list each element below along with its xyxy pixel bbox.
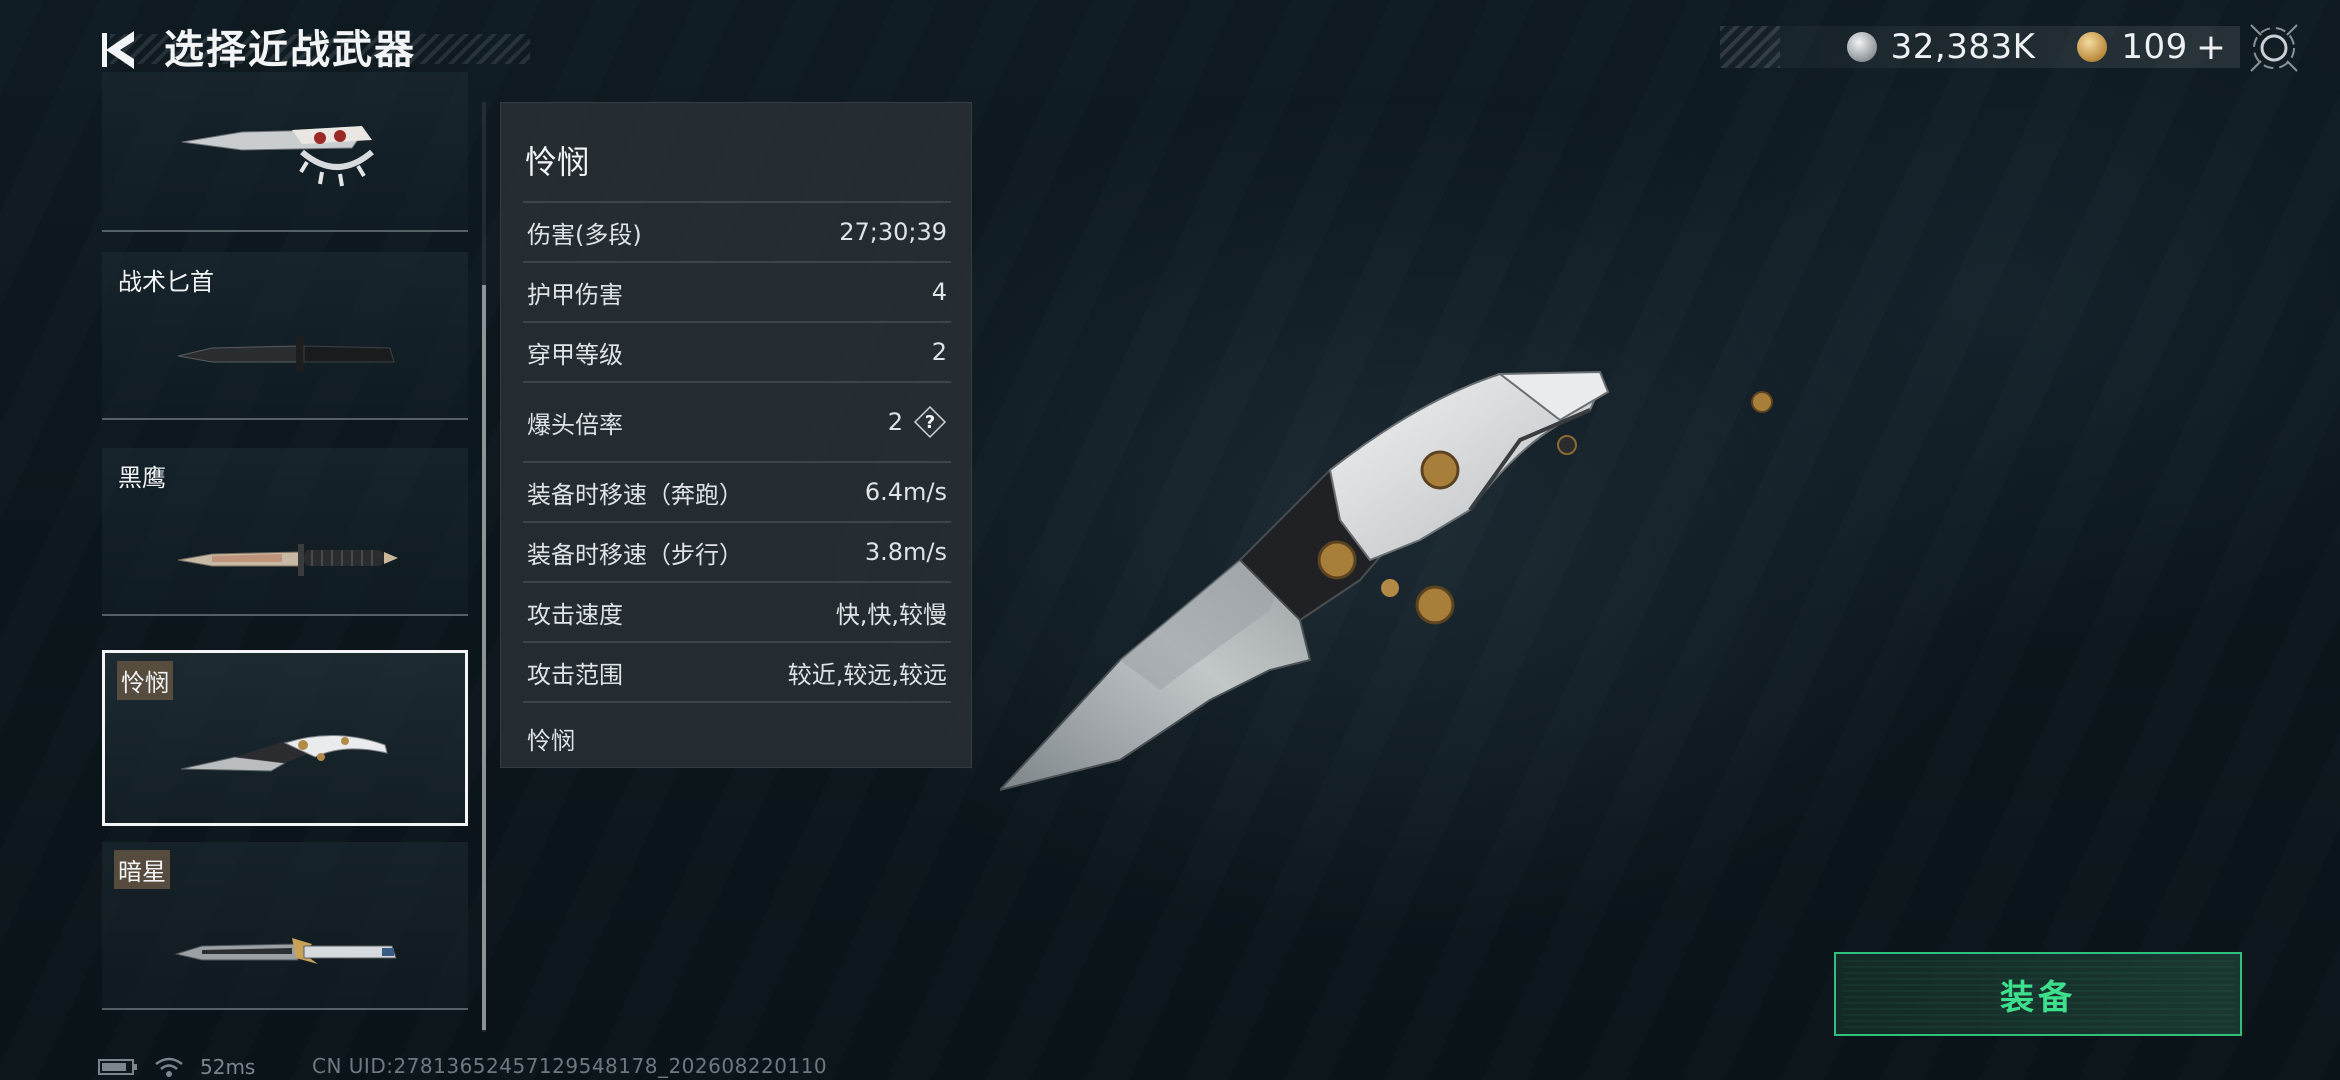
help-button[interactable]: ? <box>913 405 947 439</box>
stat-row-attack-range: 攻击范围 较近,较远,较远 <box>523 641 951 701</box>
stat-value: 较近,较远,较远 <box>787 660 947 689</box>
weapon-card-dark-star[interactable]: 暗星 <box>102 842 468 1010</box>
stat-label: 爆头倍率 <box>527 410 623 439</box>
add-currency-button[interactable]: + <box>2196 27 2226 68</box>
stat-value: 快,快,较慢 <box>835 600 947 629</box>
weapon-card-label <box>114 80 122 84</box>
weapon-stats-panel: 怜悯 伤害(多段) 27;30;39 护甲伤害 4 穿甲等级 2 爆头倍率 2 … <box>500 102 972 768</box>
stat-row-headshot-multiplier: 爆头倍率 2 ? <box>523 381 951 461</box>
tactical-dagger-image <box>177 336 395 372</box>
user-uid: CN UID:27813652457129548178_202608220110 <box>312 1054 828 1078</box>
equip-button[interactable]: 装备 <box>1834 952 2242 1036</box>
stat-label: 攻击速度 <box>527 600 623 629</box>
weapon-card-black-hawk[interactable]: 黑鹰 <box>102 448 468 616</box>
stat-value: 2 <box>887 408 903 436</box>
back-arrow-icon <box>102 31 134 69</box>
help-glyph: ? <box>925 412 935 433</box>
stats-weapon-name: 怜悯 <box>525 143 590 181</box>
stat-row-move-speed-walk: 装备时移速（步行） 3.8m/s <box>523 521 951 581</box>
stat-label: 护甲伤害 <box>527 280 623 309</box>
gold-coin-icon <box>2077 32 2108 62</box>
stat-label: 装备时移速（步行） <box>527 540 743 569</box>
stat-label: 穿甲等级 <box>527 340 623 369</box>
weapon-card-label: 怜悯 <box>117 661 173 700</box>
currency-bar: 32,383K 109 + <box>1720 26 2240 68</box>
stat-value: 27;30;39 <box>839 218 947 246</box>
stat-value: 2 <box>931 338 947 366</box>
stat-row-armor-damage: 护甲伤害 4 <box>523 261 951 321</box>
wifi-icon <box>155 1057 183 1077</box>
battery-icon <box>98 1059 137 1075</box>
black-hawk-image <box>177 544 398 576</box>
status-footer: 52ms <box>98 1054 255 1080</box>
stat-value: 4 <box>931 278 947 306</box>
stat-row-attack-speed: 攻击速度 快,快,较慢 <box>523 581 951 641</box>
weapon-list[interactable]: 战术匕首 黑鹰 怜悯 暗星 <box>102 72 468 1022</box>
settings-icon <box>2250 24 2298 72</box>
gold-currency-value: 109 <box>2121 27 2188 67</box>
list-scrollbar-thumb[interactable] <box>482 285 486 1030</box>
weapon-preview-image[interactable] <box>1000 360 1800 800</box>
stat-value: 6.4m/s <box>864 478 947 506</box>
weapon-card-tactical-dagger[interactable]: 战术匕首 <box>102 252 468 420</box>
stat-row-move-speed-run: 装备时移速（奔跑） 6.4m/s <box>523 461 951 521</box>
back-button[interactable] <box>96 22 144 78</box>
page-title: 选择近战武器 <box>164 27 416 73</box>
ping-value: 52ms <box>200 1055 256 1079</box>
spiked-knife-image <box>181 126 374 187</box>
stat-label: 攻击范围 <box>527 660 623 689</box>
stat-row-armor-penetration: 穿甲等级 2 <box>523 321 951 381</box>
stats-rows: 伤害(多段) 27;30;39 护甲伤害 4 穿甲等级 2 爆头倍率 2 ? 装… <box>523 201 951 763</box>
settings-button[interactable] <box>2246 20 2302 76</box>
stat-label: 装备时移速（奔跑） <box>527 480 743 509</box>
equip-button-label: 装备 <box>2000 977 2076 1018</box>
weapon-card-spiked-knife[interactable] <box>102 72 468 232</box>
stat-value-group: 2 ? <box>888 405 947 439</box>
stat-value: 3.8m/s <box>864 538 947 566</box>
weapon-card-mercy[interactable]: 怜悯 <box>102 650 468 826</box>
weapon-card-label: 黑鹰 <box>118 464 166 492</box>
weapon-description: 怜悯 <box>523 701 951 763</box>
dark-star-image <box>174 938 397 964</box>
silver-coin-icon <box>1846 32 1877 62</box>
stat-row-damage: 伤害(多段) 27;30;39 <box>523 201 951 261</box>
weapon-card-label: 暗星 <box>114 850 170 889</box>
help-icon: ? <box>913 405 947 439</box>
mercy-knife-image <box>180 734 388 772</box>
silver-currency-value: 32,383K <box>1890 27 2036 67</box>
stat-label: 伤害(多段) <box>527 220 642 249</box>
